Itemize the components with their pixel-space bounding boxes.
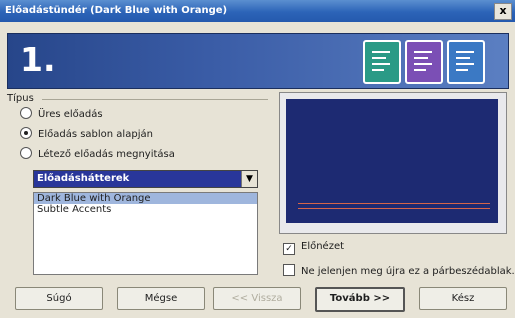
template-list[interactable]: Dark Blue with Orange Subtle Accents	[33, 192, 258, 275]
help-button[interactable]: Súgó	[15, 287, 103, 310]
finish-button[interactable]: Kész	[419, 287, 507, 310]
preview-checkbox-row[interactable]: ✓ Előnézet	[283, 241, 344, 255]
list-item[interactable]: Dark Blue with Orange	[34, 193, 257, 204]
cancel-button[interactable]: Mégse	[117, 287, 205, 310]
radio-label: Üres előadás	[38, 109, 103, 120]
chevron-down-icon[interactable]: ▼	[241, 171, 257, 187]
radio-empty-presentation[interactable]: Üres előadás	[20, 107, 103, 121]
next-button[interactable]: Tovább >>	[315, 287, 405, 312]
back-button[interactable]: << Vissza	[213, 287, 301, 310]
dont-show-checkbox-row[interactable]: Ne jelenjen meg újra ez a párbeszédablak…	[283, 264, 515, 277]
close-button[interactable]: x	[494, 3, 512, 20]
preview-checkbox[interactable]: ✓	[283, 243, 295, 255]
radio-open-existing[interactable]: Létező előadás megnyitása	[20, 147, 175, 161]
radio-circle[interactable]	[20, 147, 32, 159]
radio-circle-selected[interactable]	[20, 127, 32, 139]
dont-show-checkbox[interactable]	[283, 264, 295, 276]
radio-circle[interactable]	[20, 107, 32, 119]
preview-slide	[286, 99, 498, 223]
preview-accent-line	[298, 203, 490, 204]
preview-accent-line	[298, 208, 490, 209]
group-divider	[42, 99, 268, 100]
preview-label: Előnézet	[301, 241, 345, 252]
wizard-banner: 1.	[7, 33, 509, 89]
category-dropdown[interactable]: Előadáshátterek ▼	[33, 170, 258, 188]
slide-preview	[279, 92, 507, 234]
radio-label: Létező előadás megnyitása	[38, 149, 175, 160]
list-item[interactable]: Subtle Accents	[34, 204, 257, 215]
slide-document-icon	[405, 40, 443, 84]
slide-document-icon	[363, 40, 401, 84]
step-number: 1.	[20, 40, 56, 79]
radio-label: Előadás sablon alapján	[38, 129, 153, 140]
slide-document-icon	[447, 40, 485, 84]
type-group-label: Típus	[7, 93, 34, 104]
dropdown-value: Előadáshátterek	[37, 173, 130, 184]
window-title: Előadástündér (Dark Blue with Orange)	[5, 5, 228, 16]
title-bar: Előadástündér (Dark Blue with Orange) x	[0, 0, 515, 22]
dont-show-label: Ne jelenjen meg újra ez a párbeszédablak…	[301, 266, 515, 277]
radio-from-template[interactable]: Előadás sablon alapján	[20, 127, 153, 141]
